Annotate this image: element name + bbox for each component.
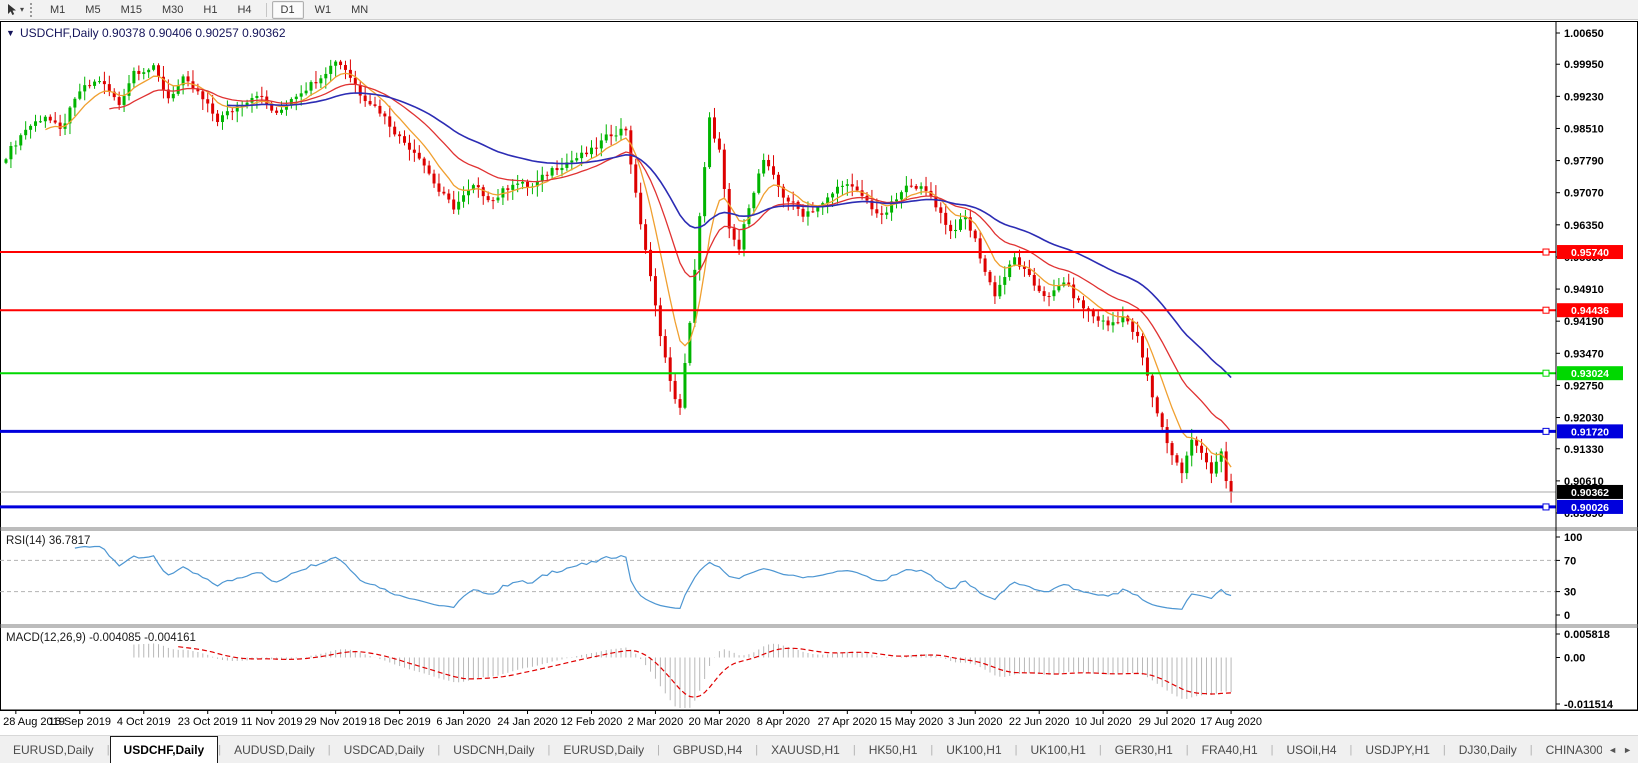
timeframe-h1-button[interactable]: H1 bbox=[194, 1, 226, 19]
chart-background bbox=[0, 20, 1638, 735]
date-axis-label: 15 May 2020 bbox=[879, 716, 943, 728]
timeframe-m1-button[interactable]: M1 bbox=[41, 1, 74, 19]
line-price-label-text: 0.90026 bbox=[1571, 502, 1609, 514]
macd-axis-tick-label: 0.005818 bbox=[1564, 629, 1610, 641]
price-axis-tick-label: 0.98510 bbox=[1564, 123, 1604, 135]
chart-title-ohlc: USDCHF,Daily 0.90378 0.90406 0.90257 0.9… bbox=[20, 26, 286, 40]
chart-tab-eurusd-daily[interactable]: EURUSD,Daily bbox=[0, 736, 107, 763]
price-axis-tick-label: 0.92030 bbox=[1564, 413, 1604, 425]
date-axis-label: 11 Nov 2019 bbox=[241, 716, 303, 728]
chart-tab-uk100-h1[interactable]: UK100,H1 bbox=[1018, 736, 1099, 763]
chart-tabs-bar: EURUSD,Daily|USDCHF,Daily|AUDUSD,Daily|U… bbox=[0, 735, 1638, 763]
chart-tab-usdchf-daily[interactable]: USDCHF,Daily bbox=[110, 736, 219, 763]
price-axis-tick-label: 0.99230 bbox=[1564, 91, 1604, 103]
price-axis-tick-label: 0.97790 bbox=[1564, 156, 1604, 168]
rsi-axis-tick-label: 100 bbox=[1564, 532, 1582, 544]
toolbar-separator bbox=[266, 3, 267, 17]
line-drag-handle[interactable] bbox=[1543, 307, 1549, 313]
chart-tab-uk100-h1[interactable]: UK100,H1 bbox=[933, 736, 1014, 763]
price-axis-tick-label: 1.00650 bbox=[1564, 28, 1604, 40]
macd-axis-tick-label: 0.00 bbox=[1564, 652, 1585, 664]
line-price-label-text: 0.90362 bbox=[1571, 487, 1609, 499]
chart-tab-usdjpy-h1[interactable]: USDJPY,H1 bbox=[1352, 736, 1442, 763]
price-chart-canvas[interactable]: 1.00650 0.99950 0.99230 0.98510 0.97790 0.970… bbox=[0, 20, 1638, 735]
macd-indicator-label: MACD(12,26,9) -0.004085 -0.004161 bbox=[6, 632, 196, 644]
price-axis-tick-label: 0.99950 bbox=[1564, 59, 1604, 71]
timeframe-m5-button[interactable]: M5 bbox=[76, 1, 109, 19]
timeframe-w1-button[interactable]: W1 bbox=[306, 1, 341, 19]
date-axis-label: 24 Jan 2020 bbox=[497, 716, 558, 728]
toolbar-grip-handle[interactable] bbox=[30, 3, 35, 17]
tabs-scroll-right-icon[interactable]: ► bbox=[1623, 745, 1632, 755]
rsi-axis-tick-label: 30 bbox=[1564, 587, 1576, 599]
tabs-scroll-left-icon[interactable]: ◄ bbox=[1608, 745, 1617, 755]
date-axis-label: 6 Jan 2020 bbox=[436, 716, 490, 728]
line-drag-handle[interactable] bbox=[1543, 249, 1549, 255]
price-axis-tick-label: 0.96350 bbox=[1564, 220, 1604, 232]
rsi-indicator-label: RSI(14) 36.7817 bbox=[6, 535, 90, 547]
timeframe-mn-button[interactable]: MN bbox=[342, 1, 377, 19]
chart-tab-usdcnh-daily[interactable]: USDCNH,Daily bbox=[440, 736, 547, 763]
chart-collapse-icon[interactable]: ▼ bbox=[6, 28, 15, 38]
date-axis-label: 12 Feb 2020 bbox=[561, 716, 623, 728]
chart-tab-dj30-daily[interactable]: DJ30,Daily bbox=[1446, 736, 1530, 763]
price-axis-tick-label: 0.97070 bbox=[1564, 188, 1604, 200]
date-axis-label: 18 Dec 2019 bbox=[368, 716, 430, 728]
date-axis-label: 17 Aug 2020 bbox=[1200, 716, 1262, 728]
chart-tab-xauusd-h1[interactable]: XAUUSD,H1 bbox=[758, 736, 853, 763]
line-drag-handle[interactable] bbox=[1543, 504, 1549, 510]
chart-tab-fra40-h1[interactable]: FRA40,H1 bbox=[1189, 736, 1271, 763]
date-axis-label: 16 Sep 2019 bbox=[49, 716, 111, 728]
cursor-tool-icon[interactable] bbox=[2, 2, 20, 18]
macd-axis-tick-label: -0.011514 bbox=[1564, 699, 1614, 711]
chart-tabs-list: EURUSD,Daily|USDCHF,Daily|AUDUSD,Daily|U… bbox=[0, 736, 1602, 763]
price-axis-tick-label: 0.94910 bbox=[1564, 284, 1604, 296]
date-axis-label: 23 Oct 2019 bbox=[178, 716, 238, 728]
chart-tab-ger30-h1[interactable]: GER30,H1 bbox=[1102, 736, 1186, 763]
price-axis-tick-label: 0.92750 bbox=[1564, 380, 1604, 392]
rsi-axis-tick-label: 0 bbox=[1564, 610, 1570, 622]
date-axis-label: 20 Mar 2020 bbox=[689, 716, 751, 728]
date-axis-label: 8 Apr 2020 bbox=[757, 716, 810, 728]
price-axis-tick-label: 0.91330 bbox=[1564, 444, 1604, 456]
timeframe-m30-button[interactable]: M30 bbox=[153, 1, 192, 19]
timeframe-d1-button[interactable]: D1 bbox=[272, 1, 304, 19]
date-axis-label: 22 Jun 2020 bbox=[1009, 716, 1070, 728]
chart-tab-usoil-h4[interactable]: USOil,H4 bbox=[1274, 736, 1350, 763]
line-price-label-text: 0.91720 bbox=[1571, 426, 1609, 438]
chart-tab-gbpusd-h4[interactable]: GBPUSD,H4 bbox=[660, 736, 755, 763]
line-price-label-text: 0.93024 bbox=[1571, 368, 1609, 380]
chart-tab-hk50-h1[interactable]: HK50,H1 bbox=[856, 736, 931, 763]
date-axis-label: 29 Jul 2020 bbox=[1139, 716, 1196, 728]
tabs-scroll-arrows: ◄ ► bbox=[1602, 736, 1638, 763]
cursor-tool-dropdown-icon[interactable]: ▾ bbox=[20, 5, 24, 14]
price-axis-tick-label: 0.93470 bbox=[1564, 348, 1604, 360]
date-axis-label: 29 Nov 2019 bbox=[304, 716, 366, 728]
chart-tab-audusd-daily[interactable]: AUDUSD,Daily bbox=[221, 736, 328, 763]
rsi-axis-tick-label: 70 bbox=[1564, 555, 1576, 567]
line-drag-handle[interactable] bbox=[1543, 428, 1549, 434]
date-axis-label: 2 Mar 2020 bbox=[628, 716, 684, 728]
price-axis-tick-label: 0.94190 bbox=[1564, 316, 1604, 328]
line-price-label-text: 0.95740 bbox=[1571, 247, 1609, 259]
chart-window[interactable]: 1.00650 0.99950 0.99230 0.98510 0.97790 0.970… bbox=[0, 20, 1638, 735]
chart-tab-china300-h1[interactable]: CHINA300,H1 bbox=[1533, 736, 1603, 763]
date-axis-label: 4 Oct 2019 bbox=[117, 716, 171, 728]
line-price-label-text: 0.94436 bbox=[1571, 305, 1609, 317]
line-drag-handle[interactable] bbox=[1543, 370, 1549, 376]
date-axis-label: 10 Jul 2020 bbox=[1075, 716, 1132, 728]
timeframe-m15-button[interactable]: M15 bbox=[112, 1, 151, 19]
top-toolbar: ▾ M1 M5 M15 M30 H1 H4 D1 W1 MN bbox=[0, 0, 1638, 20]
cursor-arrow-icon bbox=[5, 3, 18, 16]
chart-tab-eurusd-daily[interactable]: EURUSD,Daily bbox=[550, 736, 657, 763]
date-axis-label: 3 Jun 2020 bbox=[948, 716, 1002, 728]
timeframe-h4-button[interactable]: H4 bbox=[228, 1, 260, 19]
chart-tab-usdcad-daily[interactable]: USDCAD,Daily bbox=[331, 736, 438, 763]
date-axis-label: 27 Apr 2020 bbox=[818, 716, 877, 728]
